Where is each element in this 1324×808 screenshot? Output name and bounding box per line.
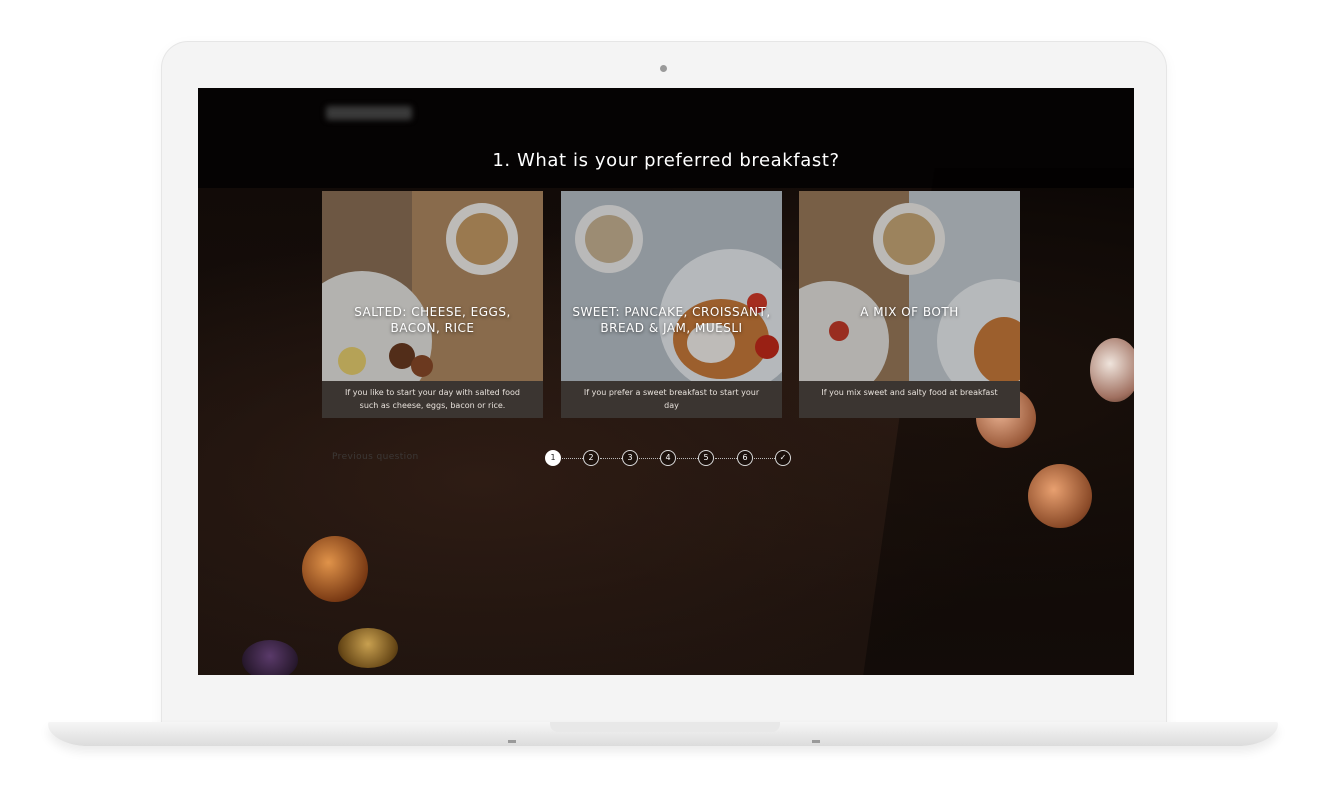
step-connector xyxy=(639,458,660,459)
step-connector xyxy=(677,458,698,459)
step-finish-check-icon[interactable]: ✓ xyxy=(775,450,791,466)
laptop-foot-right xyxy=(812,740,820,743)
camera-icon xyxy=(660,65,667,72)
step-1[interactable]: 1 xyxy=(545,450,561,466)
step-connector xyxy=(754,458,775,459)
option-description: If you mix sweet and salty food at break… xyxy=(799,381,1020,418)
previous-question-link[interactable]: Previous question xyxy=(332,452,419,462)
step-3[interactable]: 3 xyxy=(622,450,638,466)
capsule-decor xyxy=(1090,338,1134,402)
step-connector xyxy=(715,458,737,459)
option-card-salted[interactable]: SALTED: CHEESE, EGGS, BACON, RICE If you… xyxy=(322,191,543,418)
option-description: If you like to start your day with salte… xyxy=(322,381,543,418)
capsule-decor xyxy=(242,640,298,675)
capsule-decor xyxy=(338,628,398,668)
screen: 1. What is your preferred breakfast? SAL… xyxy=(198,88,1134,675)
option-description: If you prefer a sweet breakfast to start… xyxy=(561,381,782,418)
step-5[interactable]: 5 xyxy=(698,450,714,466)
option-card-sweet[interactable]: SWEET: PANCAKE, CROISSANT, BREAD & JAM, … xyxy=(561,191,782,418)
laptop-notch xyxy=(550,722,780,732)
sweet-breakfast-image xyxy=(561,191,782,381)
brand-logo[interactable] xyxy=(326,106,412,120)
option-title: SWEET: PANCAKE, CROISSANT, BREAD & JAM, … xyxy=(572,305,771,335)
option-card-mix[interactable]: A MIX OF BOTH If you mix sweet and salty… xyxy=(799,191,1020,418)
option-title: SALTED: CHEESE, EGGS, BACON, RICE xyxy=(354,305,511,335)
salted-breakfast-image xyxy=(322,191,543,381)
capsule-decor xyxy=(1028,464,1092,528)
step-4[interactable]: 4 xyxy=(660,450,676,466)
capsule-decor xyxy=(302,536,368,602)
mixed-breakfast-image xyxy=(799,191,1020,381)
step-progress: 1 2 3 4 5 6 ✓ xyxy=(545,450,795,468)
question-title: 1. What is your preferred breakfast? xyxy=(492,150,840,171)
option-title: A MIX OF BOTH xyxy=(860,305,959,319)
step-2[interactable]: 2 xyxy=(583,450,599,466)
step-connector xyxy=(562,458,583,459)
step-connector xyxy=(600,458,622,459)
step-6[interactable]: 6 xyxy=(737,450,753,466)
laptop-foot-left xyxy=(508,740,516,743)
